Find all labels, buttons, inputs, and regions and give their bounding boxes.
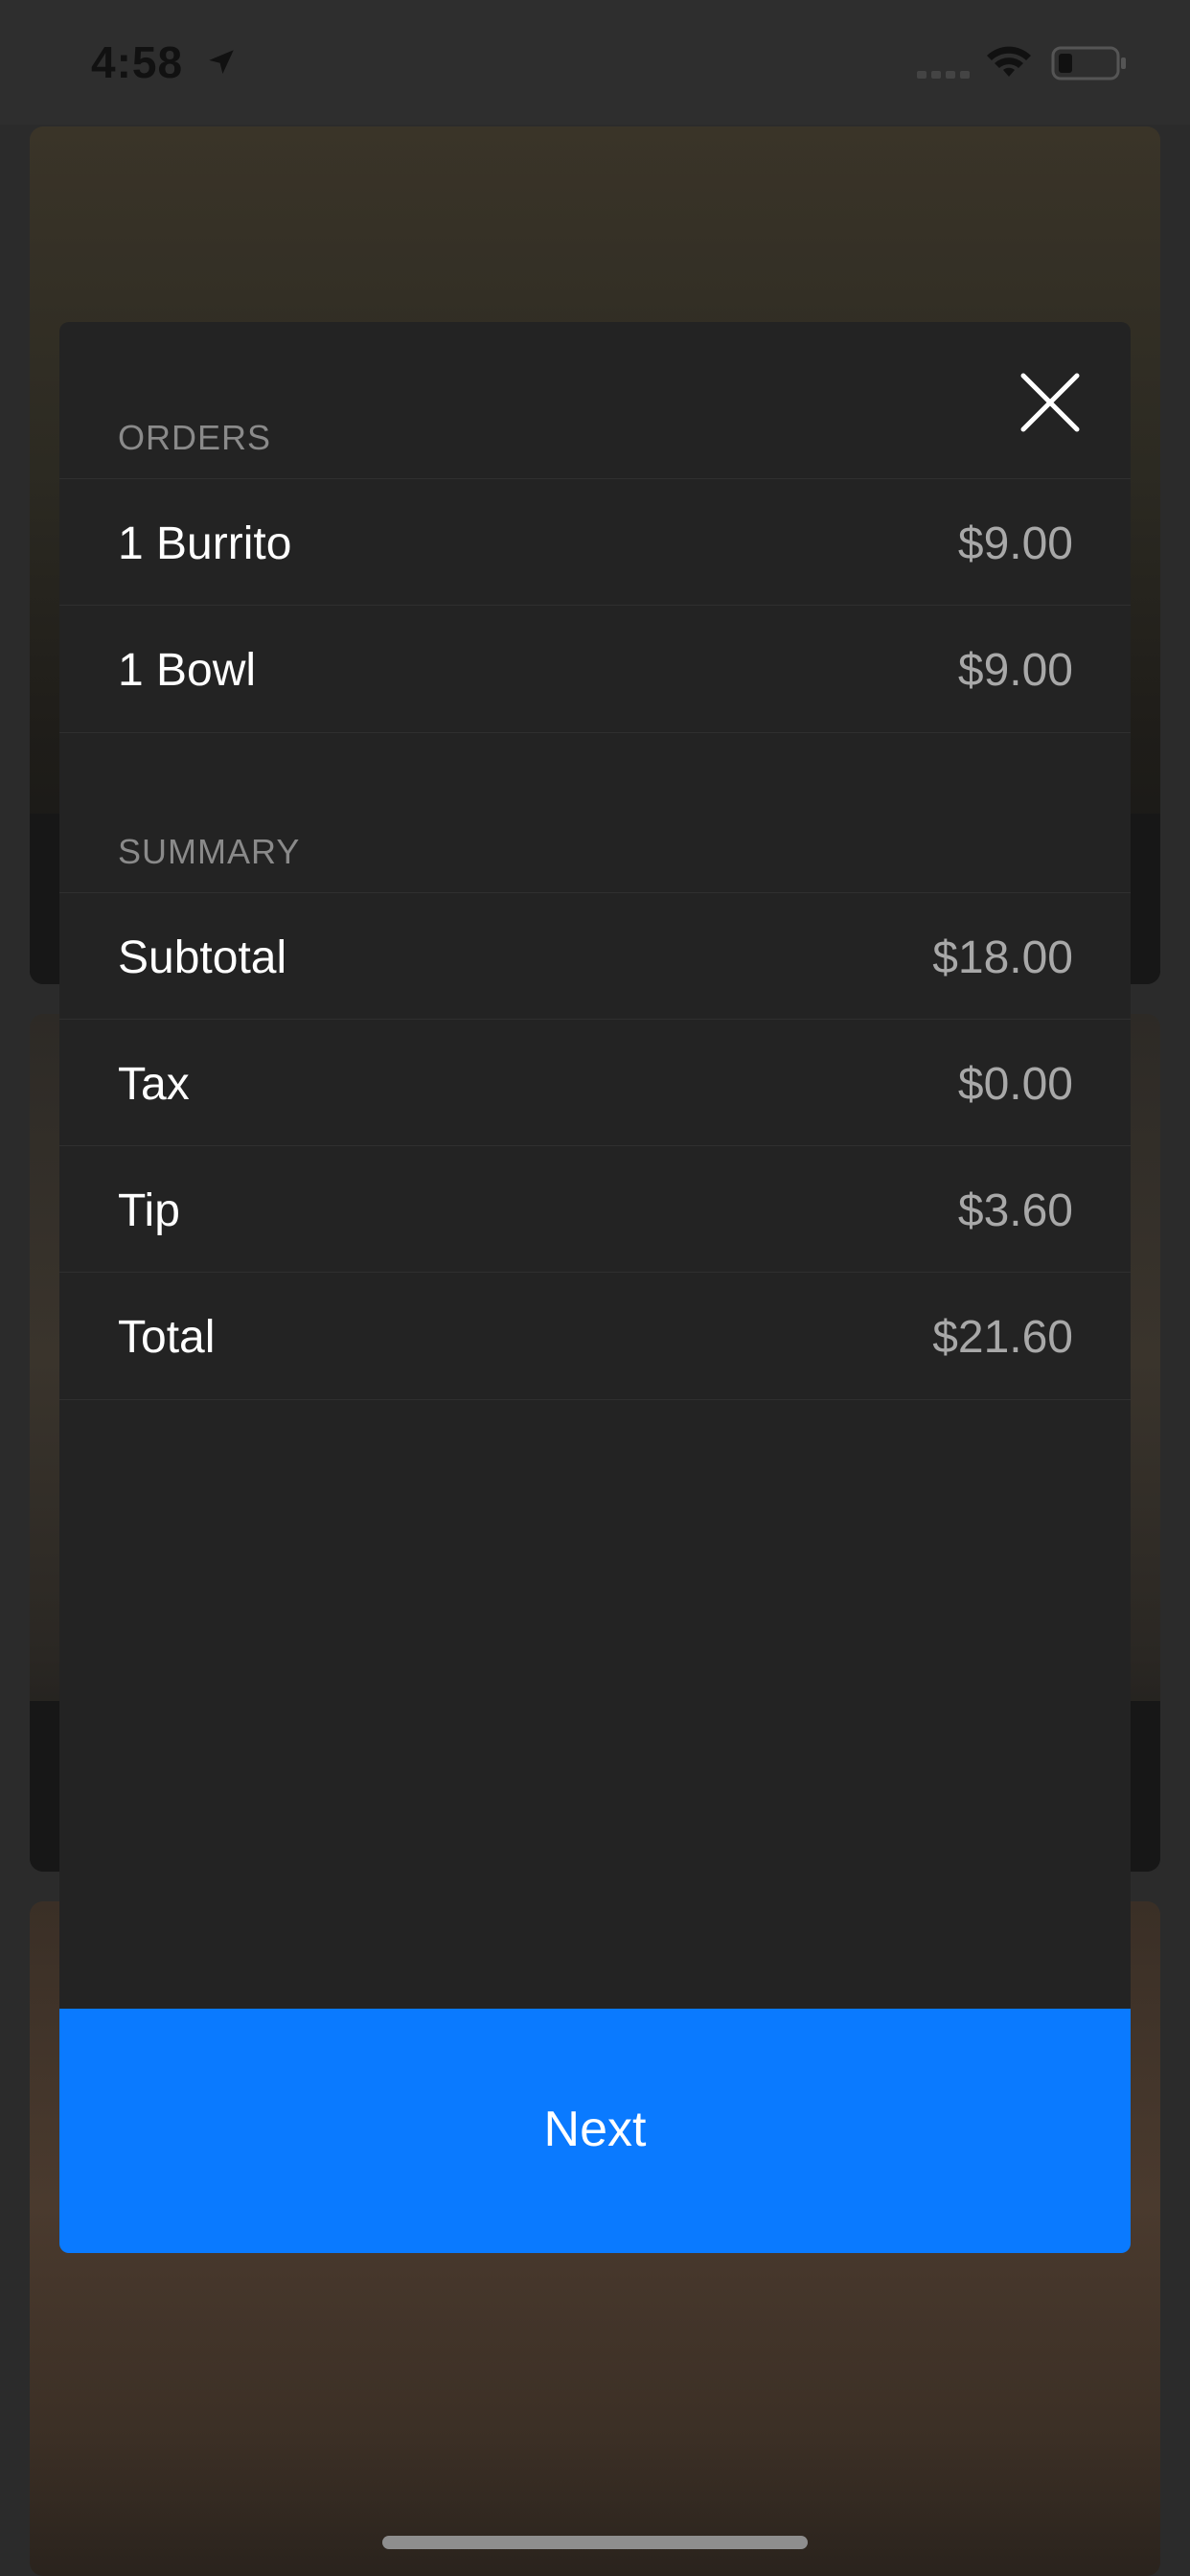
summary-label: Tip: [118, 1185, 180, 1236]
next-button[interactable]: Next: [59, 2009, 1131, 2253]
order-summary-modal: ORDERS 1 Burrito $9.00 1 Bowl $9.00 SUMM…: [59, 322, 1131, 2062]
summary-value: $21.60: [932, 1312, 1073, 1363]
order-item-label: 1 Bowl: [118, 645, 257, 696]
summary-row: Tax $0.00: [59, 1019, 1131, 1146]
summary-row: Subtotal $18.00: [59, 892, 1131, 1020]
order-item-label: 1 Burrito: [118, 518, 292, 569]
summary-label: Subtotal: [118, 932, 287, 983]
orders-header: ORDERS: [118, 418, 272, 457]
battery-icon: [1051, 46, 1126, 80]
status-time: 4:58: [91, 37, 184, 87]
wifi-icon: [987, 46, 1031, 77]
summary-header: SUMMARY: [118, 832, 301, 871]
status-bar: 4:58: [0, 0, 1190, 125]
order-row: 1 Bowl $9.00: [59, 605, 1131, 733]
summary-value: $18.00: [932, 932, 1073, 983]
summary-row: Total $21.60: [59, 1272, 1131, 1400]
signal-icon: [917, 71, 970, 79]
summary-value: $3.60: [957, 1185, 1073, 1236]
home-indicator[interactable]: [382, 2536, 808, 2549]
order-row: 1 Burrito $9.00: [59, 478, 1131, 606]
order-item-price: $9.00: [957, 645, 1073, 696]
next-button-label: Next: [543, 2102, 647, 2157]
location-arrow-icon: [209, 50, 234, 75]
summary-label: Tax: [118, 1059, 190, 1110]
summary-label: Total: [118, 1312, 216, 1363]
close-icon[interactable]: [1018, 370, 1083, 435]
summary-row: Tip $3.60: [59, 1145, 1131, 1273]
order-item-price: $9.00: [957, 518, 1073, 569]
summary-value: $0.00: [957, 1059, 1073, 1110]
